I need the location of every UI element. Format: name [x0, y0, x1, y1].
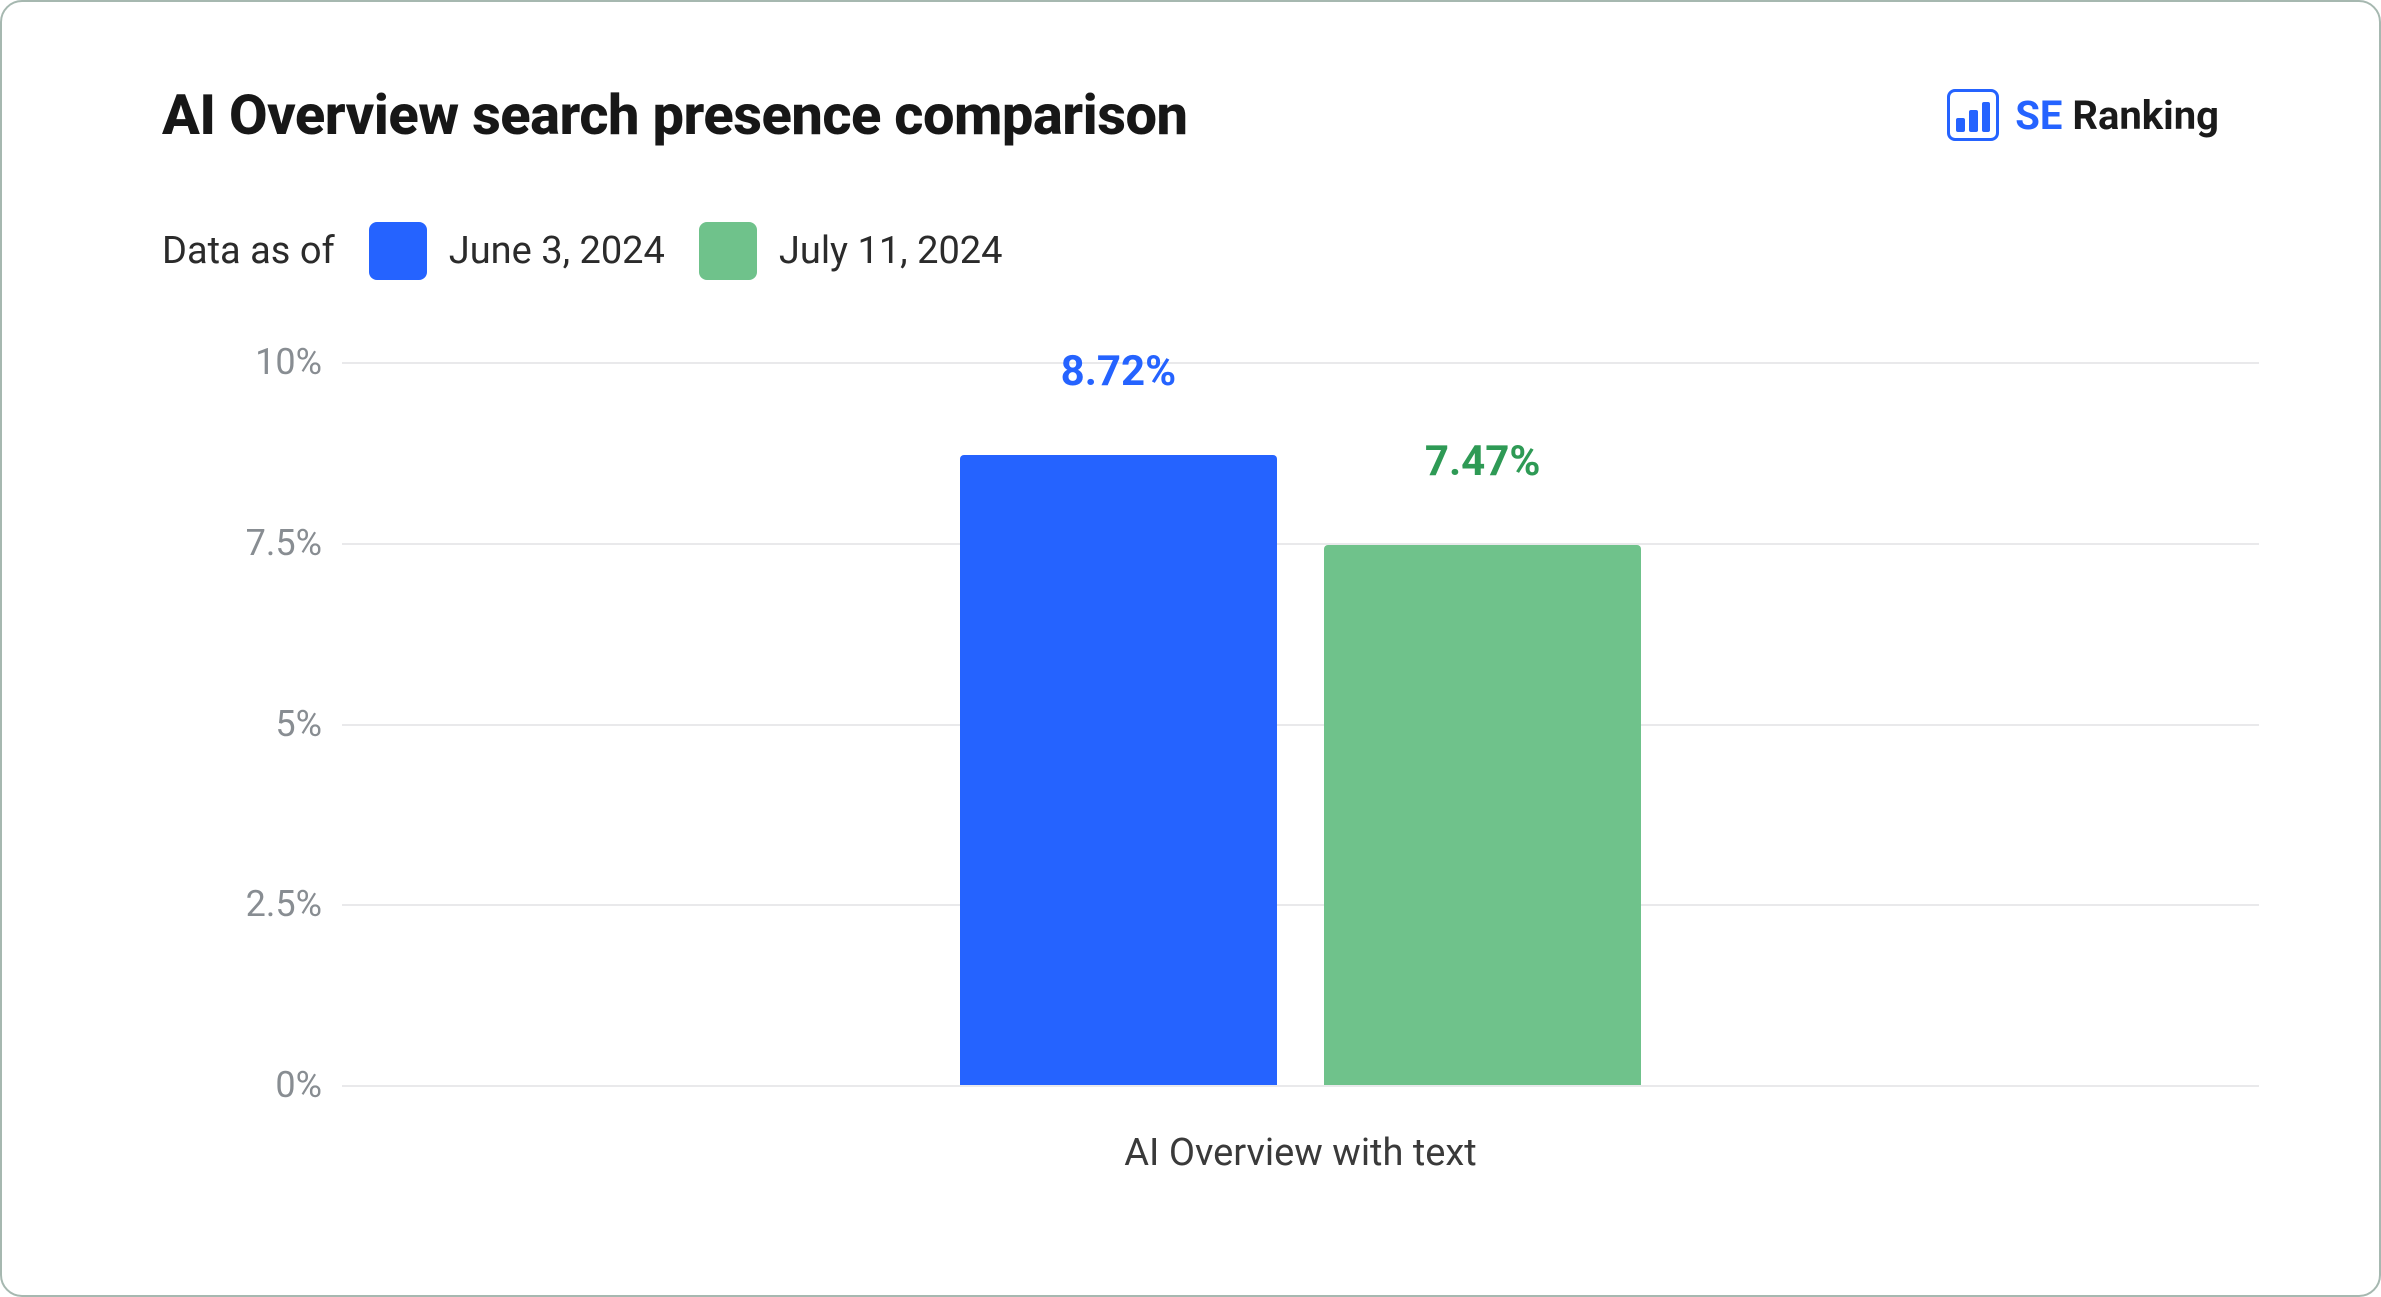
legend-label-1: July 11, 2024: [779, 229, 1003, 273]
legend-label-0: June 3, 2024: [449, 229, 665, 273]
bars: 8.72%7.47%: [342, 362, 2259, 1085]
gridline: [342, 1085, 2259, 1087]
bar-series-0: [960, 455, 1276, 1085]
y-tick-label: 2.5%: [162, 883, 322, 925]
chart-title: AI Overview search presence comparison: [162, 82, 1188, 148]
bar-chart-icon: [1947, 89, 1999, 141]
bar-value-label: 8.72%: [1061, 347, 1177, 396]
chart: 0%2.5%5%7.5%10% 8.72%7.47% AI Overview w…: [162, 362, 2259, 1175]
legend-item-1: July 11, 2024: [699, 222, 1003, 280]
brand-name: SE Ranking: [2015, 92, 2219, 139]
y-tick-label: 7.5%: [162, 522, 322, 564]
y-tick-label: 0%: [162, 1064, 322, 1106]
y-tick-label: 10%: [162, 341, 322, 383]
legend-swatch-0: [369, 222, 427, 280]
legend: Data as of June 3, 2024 July 11, 2024: [162, 222, 1003, 280]
chart-card: AI Overview search presence comparison S…: [0, 0, 2381, 1297]
plot-area: 0%2.5%5%7.5%10% 8.72%7.47%: [342, 362, 2259, 1085]
header: AI Overview search presence comparison S…: [162, 82, 2219, 148]
y-tick-label: 5%: [162, 703, 322, 745]
x-category-label: AI Overview with text: [342, 1131, 2259, 1175]
bar-value-label: 7.47%: [1425, 437, 1541, 486]
legend-prefix: Data as of: [162, 229, 335, 273]
legend-item-0: June 3, 2024: [369, 222, 665, 280]
bar-series-1: [1324, 545, 1640, 1085]
brand-logo: SE Ranking: [1947, 89, 2219, 141]
legend-swatch-1: [699, 222, 757, 280]
